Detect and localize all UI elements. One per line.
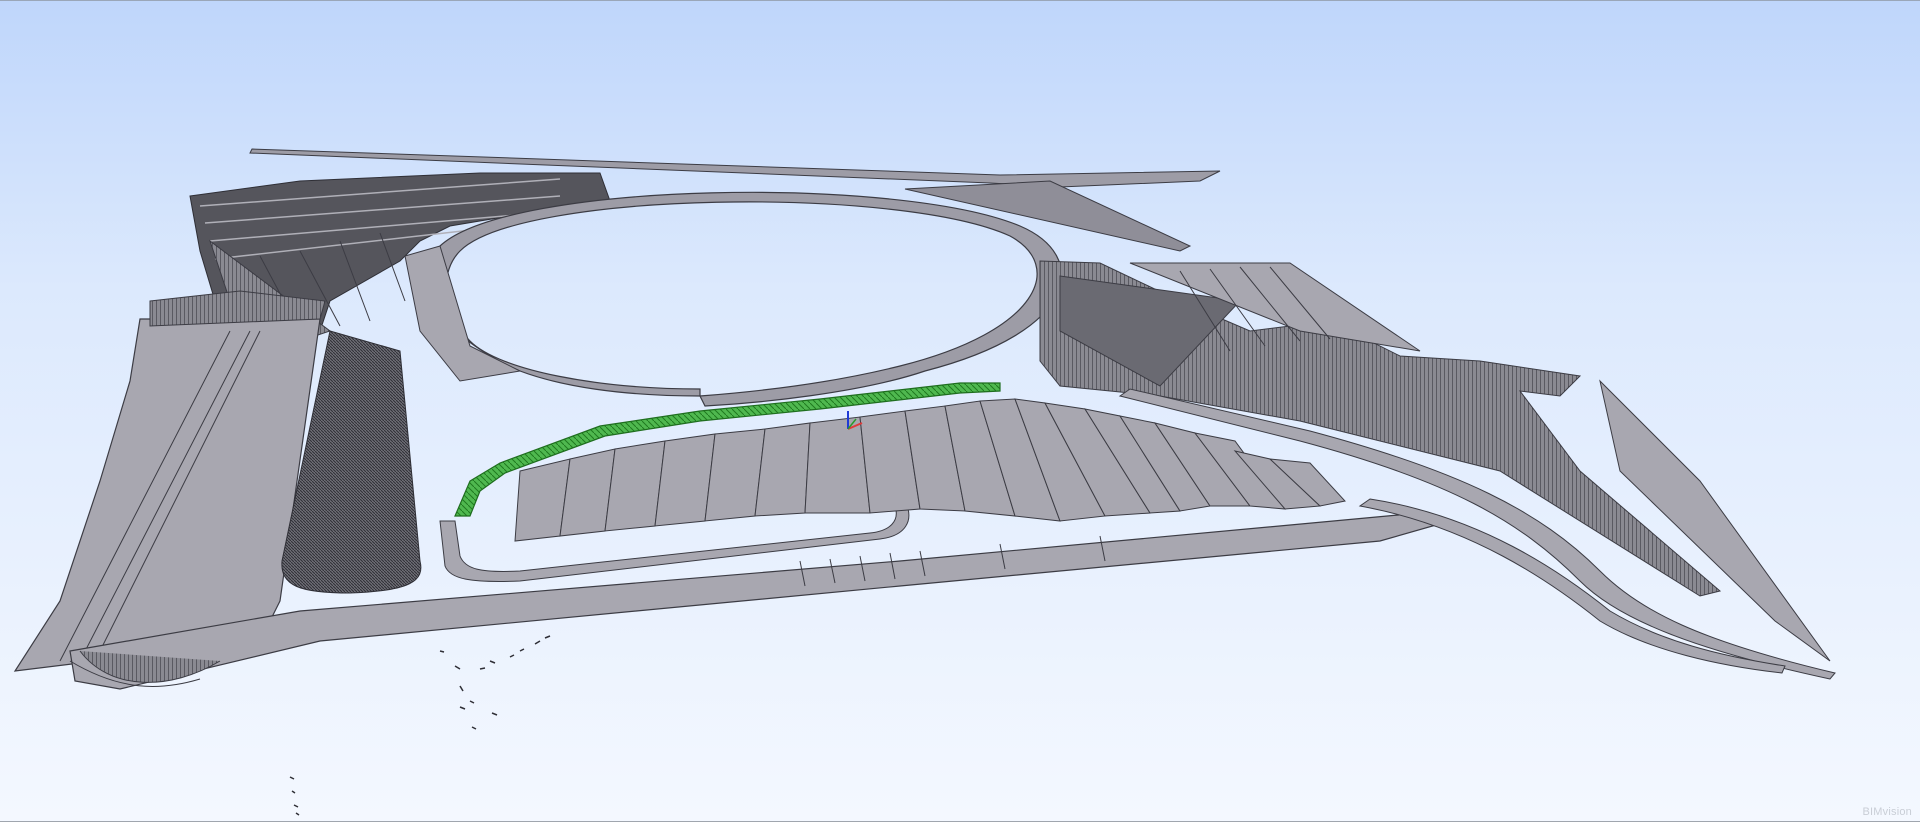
watermark-logo: BIMvision [1862, 806, 1912, 818]
scattered-debris [289, 635, 551, 816]
left-wing-ramp[interactable] [13, 290, 326, 672]
3d-viewport[interactable]: BIMvision [0, 0, 1920, 822]
ifc-model-scene[interactable] [0, 1, 1920, 822]
oval-track[interactable] [404, 191, 1063, 407]
